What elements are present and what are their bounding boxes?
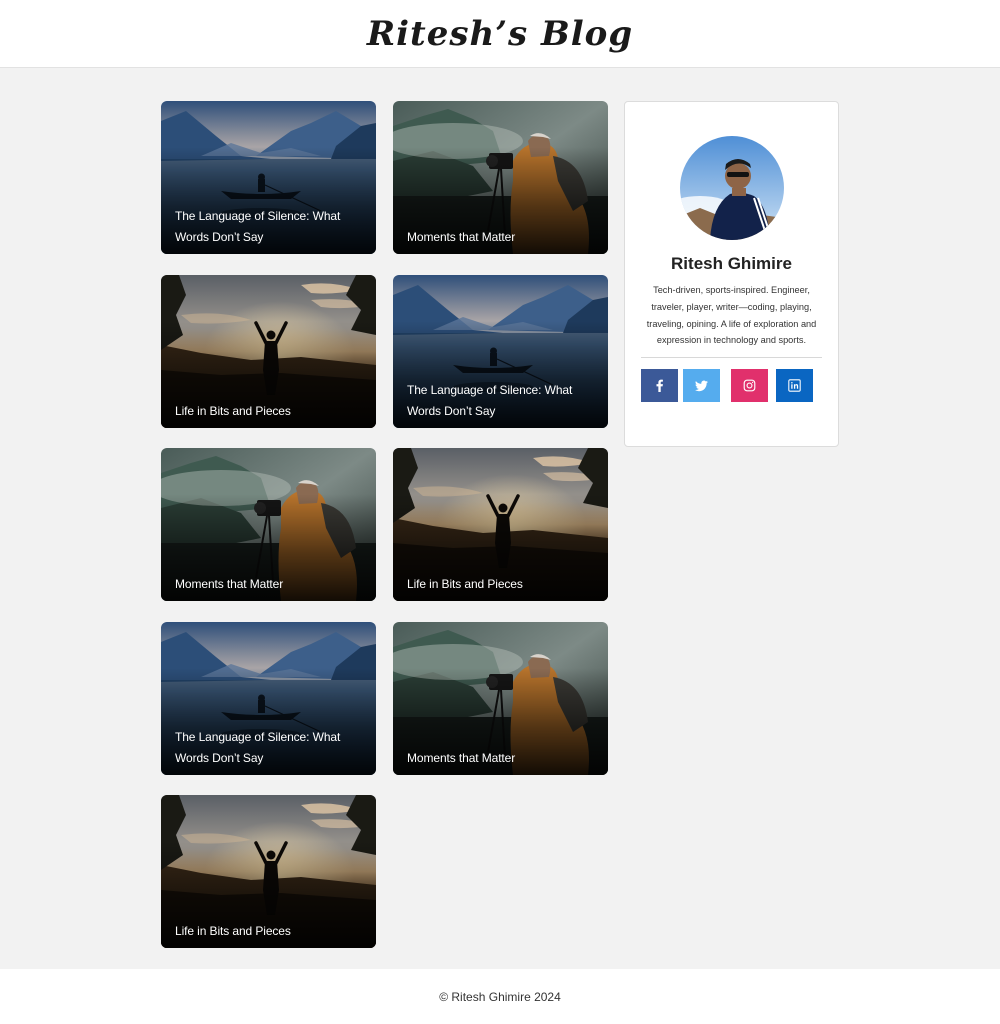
post-card[interactable]: Moments that Matter bbox=[161, 448, 376, 601]
post-card[interactable]: Life in Bits and Pieces bbox=[161, 275, 376, 428]
post-card[interactable]: The Language of Silence: What Words Don’… bbox=[393, 275, 608, 428]
post-title: Moments that Matter bbox=[407, 751, 516, 765]
divider bbox=[641, 357, 822, 358]
post-title: Moments that Matter bbox=[407, 230, 516, 244]
site-title[interactable]: Ritesh’s Blog bbox=[367, 14, 633, 54]
profile-card: Ritesh Ghimire Tech-driven, sports-inspi… bbox=[624, 101, 839, 447]
post-card[interactable]: Life in Bits and Pieces bbox=[161, 795, 376, 948]
copyright-text: © Ritesh Ghimire 2024 bbox=[439, 989, 561, 1004]
site-footer: © Ritesh Ghimire 2024 bbox=[0, 969, 1000, 1024]
site-header: Ritesh’s Blog bbox=[0, 0, 1000, 68]
post-title: Life in Bits and Pieces bbox=[407, 577, 523, 591]
facebook-icon bbox=[656, 379, 663, 392]
post-title: Moments that Matter bbox=[175, 577, 284, 591]
instagram-icon bbox=[743, 379, 756, 392]
post-card[interactable]: The Language of Silence: What Words Don’… bbox=[161, 622, 376, 775]
profile-name: Ritesh Ghimire bbox=[671, 254, 792, 273]
post-title: The Language of Silence: What Words Don’… bbox=[407, 383, 573, 418]
facebook-button[interactable] bbox=[641, 369, 678, 402]
post-card[interactable]: The Language of Silence: What Words Don’… bbox=[161, 101, 376, 254]
post-card[interactable]: Life in Bits and Pieces bbox=[393, 448, 608, 601]
post-card[interactable]: Moments that Matter bbox=[393, 101, 608, 254]
post-title: Life in Bits and Pieces bbox=[175, 404, 291, 418]
linkedin-icon bbox=[788, 379, 801, 392]
linkedin-button[interactable] bbox=[776, 369, 813, 402]
twitter-button[interactable] bbox=[683, 369, 720, 402]
post-title: The Language of Silence: What Words Don’… bbox=[175, 209, 341, 244]
post-title: The Language of Silence: What Words Don’… bbox=[175, 730, 341, 765]
post-title: Life in Bits and Pieces bbox=[175, 924, 291, 938]
twitter-icon bbox=[695, 380, 708, 392]
post-card[interactable]: Moments that Matter bbox=[393, 622, 608, 775]
profile-bio: Tech-driven, sports-inspired. Engineer, … bbox=[646, 285, 817, 346]
instagram-button[interactable] bbox=[731, 369, 768, 402]
avatar bbox=[680, 136, 784, 240]
